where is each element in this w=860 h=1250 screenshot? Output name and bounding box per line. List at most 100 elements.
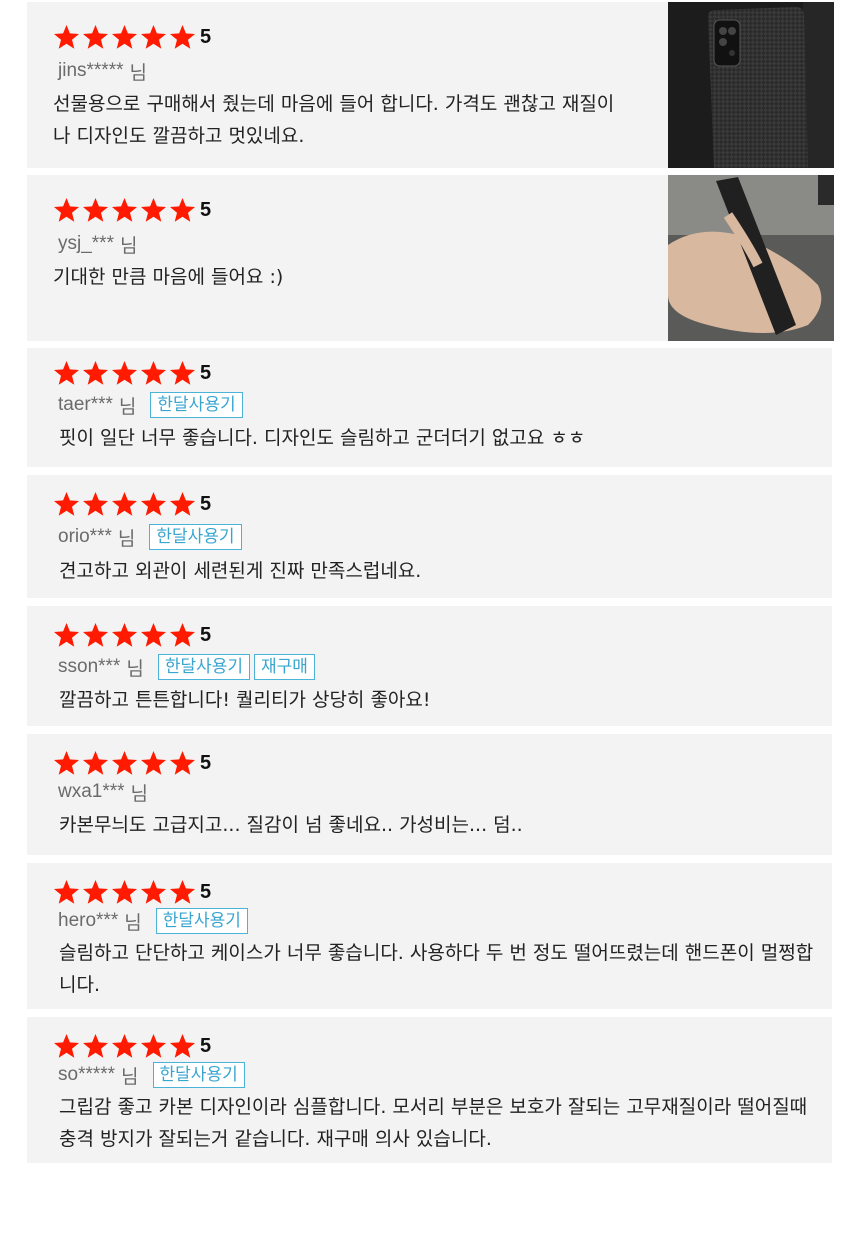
star-icon [111, 622, 138, 648]
review-meta: wxa1*** 님 [58, 778, 148, 806]
review-text: 선물용으로 구매해서 줬는데 마음에 들어 합니다. 가격도 괜찮고 재질이나 … [53, 93, 615, 147]
star-icon [140, 360, 167, 386]
star-icon [82, 622, 109, 648]
honorific-suffix: 님 [129, 61, 147, 84]
review-card: 5 ysj_*** 님 기대한 만큼 마음에 들어요 :) [27, 175, 834, 341]
review-text: 기대한 만큼 마음에 들어요 :) [53, 266, 284, 288]
star-icon [82, 24, 109, 50]
review-text: 견고하고 외관이 세련된게 진짜 만족스럽네요. [59, 560, 422, 582]
review-photo[interactable] [668, 2, 834, 168]
reviewer-name: wxa1*** [58, 781, 125, 802]
star-icon [169, 360, 196, 386]
rating-score: 5 [200, 361, 212, 384]
star-icon [82, 1033, 109, 1059]
star-rating: 5 [53, 360, 211, 386]
review-tag-badge: 재구매 [254, 654, 315, 680]
review-card: 5 taer*** 님 한달사용기 핏이 일단 너무 좋습니다. 디자인도 슬림… [27, 348, 832, 467]
star-rating: 5 [53, 879, 211, 905]
star-icon [53, 24, 80, 50]
star-icon [169, 24, 196, 50]
star-icon [111, 491, 138, 517]
review-tag-badge: 한달사용기 [150, 392, 243, 418]
reviewer-name: orio*** [58, 526, 112, 547]
review-meta: jins***** 님 [58, 57, 147, 85]
star-icon [169, 622, 196, 648]
rating-score: 5 [200, 751, 212, 774]
star-icon [169, 1033, 196, 1059]
star-icon [169, 197, 196, 223]
review-text: 슬림하고 단단하고 케이스가 너무 좋습니다. 사용하다 두 번 정도 떨어뜨렸… [59, 942, 814, 996]
star-icon [82, 360, 109, 386]
star-icon [140, 24, 167, 50]
honorific-suffix: 님 [124, 911, 142, 934]
star-icon [140, 491, 167, 517]
review-text: 그립감 좋고 카본 디자인이라 심플합니다. 모서리 부분은 보호가 잘되는 고… [59, 1096, 808, 1150]
review-card: 5 orio*** 님 한달사용기 견고하고 외관이 세련된게 진짜 만족스럽네… [27, 475, 832, 598]
star-icon [82, 491, 109, 517]
star-icon [53, 491, 80, 517]
star-icon [111, 1033, 138, 1059]
star-icon [140, 622, 167, 648]
review-card: 5 sson*** 님 한달사용기 재구매 깔끔하고 튼튼합니다! 퀄리티가 상당… [27, 606, 832, 726]
review-text: 카본무늬도 고급지고... 질감이 넘 좋네요.. 가성비는... 덤.. [59, 814, 523, 836]
star-icon [53, 360, 80, 386]
star-icon [140, 197, 167, 223]
honorific-suffix: 님 [117, 527, 136, 550]
review-meta: sson*** 님 한달사용기 재구매 [58, 653, 315, 681]
rating-score: 5 [200, 880, 212, 903]
star-rating: 5 [53, 750, 211, 776]
star-icon [140, 1033, 167, 1059]
honorific-suffix: 님 [121, 1065, 139, 1088]
star-icon [111, 879, 138, 905]
review-card: 5 so***** 님 한달사용기 그립감 좋고 카본 디자인이라 심플합니다.… [27, 1017, 832, 1163]
reviewer-name: ysj_*** [58, 233, 114, 254]
review-tag-badge: 한달사용기 [152, 1062, 245, 1088]
star-rating: 5 [53, 622, 211, 648]
honorific-suffix: 님 [130, 782, 149, 805]
review-text: 핏이 일단 너무 좋습니다. 디자인도 슬림하고 군더더기 없고요 ㅎㅎ [59, 427, 586, 449]
star-icon [53, 197, 80, 223]
star-icon [53, 1033, 80, 1059]
star-icon [140, 879, 167, 905]
star-rating: 5 [53, 1033, 211, 1059]
star-icon [140, 750, 167, 776]
review-photo[interactable] [668, 175, 834, 341]
honorific-suffix: 님 [118, 395, 137, 418]
star-icon [111, 24, 138, 50]
rating-score: 5 [200, 623, 212, 646]
star-icon [53, 622, 80, 648]
review-meta: hero*** 님 한달사용기 [58, 907, 248, 935]
reviewer-name: taer*** [58, 394, 113, 415]
review-card: 5 hero*** 님 한달사용기 슬림하고 단단하고 케이스가 너무 좋습니다… [27, 863, 832, 1009]
star-icon [53, 750, 80, 776]
star-icon [111, 360, 138, 386]
star-icon [169, 879, 196, 905]
reviewer-name: sson*** [58, 656, 121, 677]
star-icon [111, 197, 138, 223]
review-meta: orio*** 님 한달사용기 [58, 523, 242, 551]
review-tag-badge: 한달사용기 [157, 654, 251, 680]
star-rating: 5 [53, 491, 211, 517]
star-rating: 5 [53, 197, 211, 223]
star-icon [53, 879, 80, 905]
reviewer-name: jins***** [58, 60, 124, 81]
rating-score: 5 [200, 1034, 212, 1057]
honorific-suffix: 님 [119, 234, 138, 257]
star-icon [82, 750, 109, 776]
star-icon [82, 879, 109, 905]
review-card: 5 jins***** 님 선물용으로 구매해서 줬는데 마음에 들어 합니다.… [27, 2, 834, 168]
star-icon [82, 197, 109, 223]
rating-score: 5 [200, 198, 212, 221]
star-icon [169, 491, 196, 517]
review-meta: ysj_*** 님 [58, 230, 137, 258]
rating-score: 5 [200, 492, 212, 515]
review-card: 5 wxa1*** 님 카본무늬도 고급지고... 질감이 넘 좋네요.. 가성… [27, 734, 832, 855]
reviewer-name: so***** [58, 1064, 116, 1085]
review-meta: taer*** 님 한달사용기 [58, 391, 243, 419]
reviewer-name: hero*** [58, 910, 119, 931]
honorific-suffix: 님 [126, 657, 144, 680]
star-icon [111, 750, 138, 776]
review-tag-badge: 한달사용기 [149, 524, 242, 550]
star-rating: 5 [53, 24, 211, 50]
review-tag-badge: 한달사용기 [155, 908, 248, 934]
